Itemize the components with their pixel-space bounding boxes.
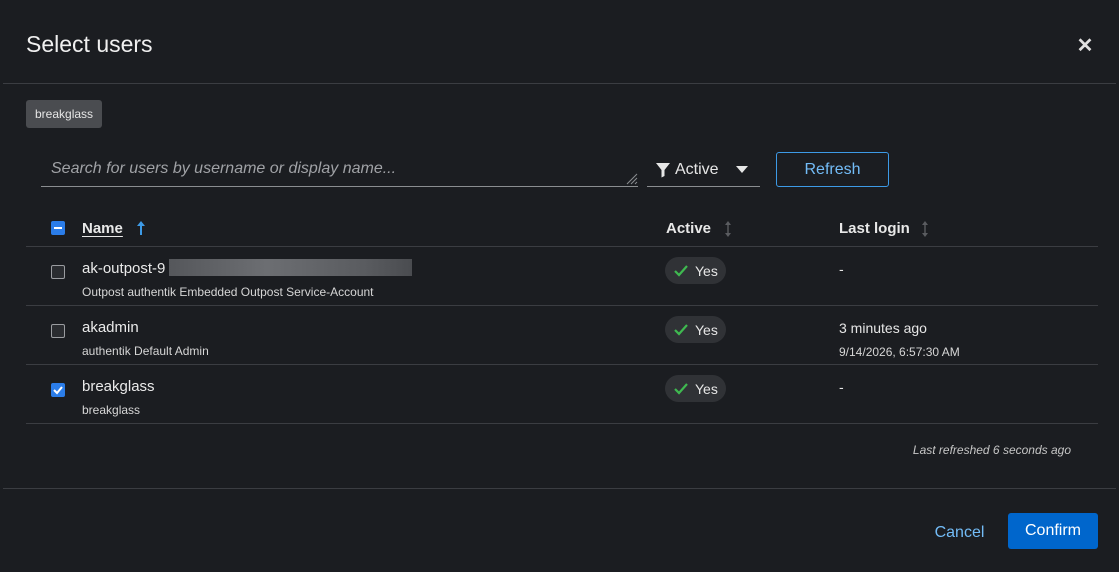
- select-users-modal: Select users ✕ breakglass Active Refresh…: [3, 3, 1116, 569]
- sort-icon[interactable]: [724, 221, 732, 237]
- check-icon: [674, 382, 688, 395]
- last-login-timestamp: 9/14/2026, 6:57:30 AM: [839, 345, 960, 359]
- check-icon: [674, 323, 688, 336]
- select-all-checkbox[interactable]: [51, 221, 65, 235]
- active-badge-label: Yes: [695, 262, 718, 279]
- active-badge: Yes: [665, 375, 726, 402]
- selected-user-chip[interactable]: breakglass: [26, 100, 103, 128]
- table-header: Name Active Last login: [26, 211, 1098, 247]
- last-refreshed-status: Last refreshed 6 seconds ago: [912, 443, 1071, 457]
- user-display-name: breakglass: [82, 403, 141, 417]
- row-checkbox[interactable]: [51, 383, 65, 397]
- checkmark-icon: [53, 386, 63, 395]
- close-icon[interactable]: ✕: [1076, 35, 1094, 57]
- resize-grip-icon[interactable]: [624, 171, 638, 185]
- username: breakglass: [82, 378, 155, 395]
- active-filter-dropdown[interactable]: Active: [647, 153, 760, 187]
- username: akadmin: [82, 319, 139, 336]
- table-row[interactable]: ak-outpost-9 Outpost authentik Embedded …: [26, 247, 1098, 306]
- refresh-button[interactable]: Refresh: [776, 152, 889, 187]
- search-input[interactable]: [41, 153, 638, 185]
- sort-ascending-icon[interactable]: [136, 220, 146, 236]
- active-badge-label: Yes: [695, 380, 718, 397]
- row-checkbox[interactable]: [51, 324, 65, 338]
- active-badge: Yes: [665, 316, 726, 343]
- table-row[interactable]: breakglass breakglass Yes -: [26, 365, 1098, 424]
- table-row[interactable]: akadmin authentik Default Admin Yes 3 mi…: [26, 306, 1098, 365]
- column-header-last-login[interactable]: Last login: [839, 220, 910, 237]
- modal-title: Select users: [26, 31, 153, 57]
- cancel-button[interactable]: Cancel: [927, 515, 992, 550]
- sort-icon[interactable]: [921, 221, 929, 237]
- column-header-name[interactable]: Name: [82, 220, 123, 237]
- username: ak-outpost-9: [82, 260, 166, 277]
- user-display-name: authentik Default Admin: [82, 344, 209, 358]
- column-header-active[interactable]: Active: [666, 220, 711, 237]
- active-badge: Yes: [665, 257, 726, 284]
- last-login: -: [839, 379, 844, 395]
- chevron-down-icon: [736, 166, 748, 173]
- check-icon: [674, 264, 688, 277]
- user-display-name: Outpost authentik Embedded Outpost Servi…: [82, 285, 374, 299]
- last-login: 3 minutes ago: [839, 320, 927, 336]
- users-table: Name Active Last login ak-outpost-9 Outp…: [26, 211, 1098, 424]
- modal-header: Select users ✕: [3, 3, 1116, 84]
- filter-icon: [656, 162, 670, 177]
- active-badge-label: Yes: [695, 321, 718, 338]
- redacted-text: [169, 259, 412, 276]
- filter-label: Active: [675, 160, 719, 178]
- footer-divider: [3, 488, 1116, 489]
- search-field[interactable]: [41, 153, 638, 187]
- confirm-button[interactable]: Confirm: [1008, 513, 1098, 549]
- last-login: -: [839, 261, 844, 277]
- row-checkbox[interactable]: [51, 265, 65, 279]
